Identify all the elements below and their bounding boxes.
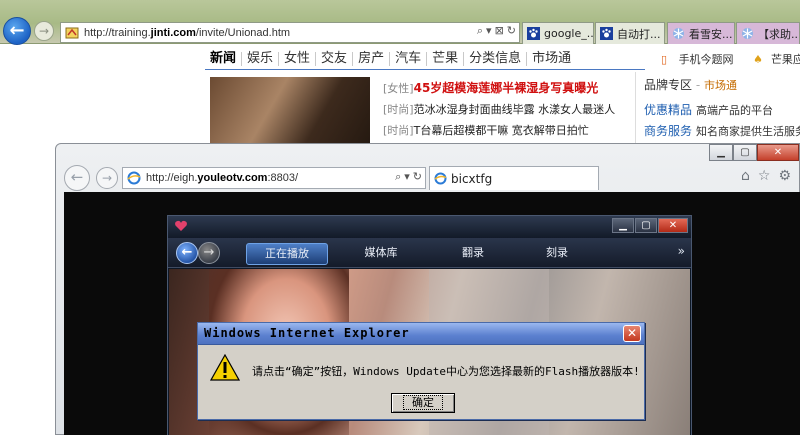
minimize-button[interactable]: ▁ <box>709 144 733 161</box>
maximize-button[interactable]: ▢ <box>733 144 757 161</box>
tab-bicxtfg[interactable]: bicxtfg <box>429 166 599 190</box>
mobile-link[interactable]: ▯ 手机今题网 <box>661 53 742 66</box>
refresh-icon[interactable]: ↻ <box>413 170 422 184</box>
nav-classifieds[interactable]: 分类信息 <box>464 52 528 66</box>
foreground-url: http://eigh.youleotv.com:8803/ <box>146 172 299 184</box>
page-icon <box>65 27 79 38</box>
news-nav: 新闻 娱乐 女性 交友 房产 汽车 芒果 分类信息 市场通 <box>205 48 576 70</box>
ok-button[interactable]: 确定 <box>391 393 455 413</box>
background-address-bar[interactable]: http://training.jinti.com/invite/Unionad… <box>60 22 520 43</box>
tab-auto[interactable]: 自动打... <box>595 22 665 44</box>
nav-realestate[interactable]: 房产 <box>353 52 391 66</box>
player-toolbar: ← → 正在播放 媒体库 翻录 刻录 » <box>168 238 691 268</box>
snowflake-icon <box>673 28 684 39</box>
alert-dialog: Windows Internet Explorer ✕ 请点击“确定”按钮，Wi… <box>197 322 645 420</box>
player-back-button[interactable]: ← <box>176 242 198 264</box>
nav-entertainment[interactable]: 娱乐 <box>242 52 280 66</box>
home-icon[interactable]: ⌂ <box>741 168 750 184</box>
dialog-close-button[interactable]: ✕ <box>623 325 641 342</box>
headline-2[interactable]: [时尚]范冰冰湿身封面曲线毕露 水漾女人最迷人 <box>383 101 615 117</box>
dialog-title: Windows Internet Explorer <box>204 326 410 340</box>
tab-library[interactable]: 媒体库 <box>336 243 426 265</box>
nav-women[interactable]: 女性 <box>279 52 317 66</box>
brand-panel: 品牌专区 - 市场通 优惠精品 高端产品的平台 商务服务 知名商家提供生活服务 <box>635 72 800 144</box>
nav-mango[interactable]: 芒果 <box>427 52 465 66</box>
nav-news[interactable]: 新闻 <box>205 52 243 66</box>
player-forward-button[interactable]: → <box>198 242 220 264</box>
dialog-message: 请点击“确定”按钮，Windows Update中心为您选择最新的Flash播放… <box>252 365 640 378</box>
tab-help[interactable]: 【求助... <box>736 22 800 44</box>
foreground-address-bar[interactable]: http://eigh.youleotv.com:8803/ ⌕ ▾ ↻ <box>122 167 426 189</box>
warning-icon <box>210 354 240 381</box>
tab-burn[interactable]: 刻录 <box>512 243 602 265</box>
headline-1[interactable]: [女性]45岁超模海莲娜半裸湿身写真曝光 <box>383 79 598 96</box>
top-right-links: ▯ 手机今题网 ♠芒果应用下载 <box>661 51 800 67</box>
more-chevron-icon[interactable]: » <box>678 244 685 258</box>
paw-icon <box>600 27 613 40</box>
paw-icon <box>527 27 540 40</box>
brand-row-1[interactable]: 优惠精品 高端产品的平台 <box>644 101 800 118</box>
forward-button[interactable]: → <box>34 21 54 41</box>
back-button[interactable]: ← <box>3 17 31 45</box>
app-download-link[interactable]: ♠芒果应用下载 <box>753 53 800 66</box>
nav-dating[interactable]: 交友 <box>316 52 354 66</box>
player-logo-icon <box>175 220 187 231</box>
settings-gear-icon[interactable]: ⚙ <box>778 168 791 184</box>
dialog-titlebar: Windows Internet Explorer ✕ <box>198 323 644 345</box>
player-titlebar: ▁ ▢ ✕ <box>168 216 691 238</box>
player-maximize-button[interactable]: ▢ <box>635 218 657 233</box>
favorites-star-icon[interactable]: ☆ <box>758 168 771 184</box>
dropdown-icon[interactable]: ▾ <box>404 170 410 184</box>
background-url: http://training.jinti.com/invite/Unionad… <box>84 26 291 39</box>
brand-title: 品牌专区 <box>644 78 693 92</box>
forward-button[interactable]: → <box>96 167 118 189</box>
tab-now-playing[interactable]: 正在播放 <box>246 243 328 265</box>
ie-page-icon <box>434 172 447 185</box>
tab-kanxue[interactable]: 看雪安... <box>667 22 735 44</box>
player-minimize-button[interactable]: ▁ <box>612 218 634 233</box>
tab-rip[interactable]: 翻录 <box>428 243 518 265</box>
compat-view-icon[interactable]: ⊠ <box>495 24 504 38</box>
nav-auto[interactable]: 汽车 <box>390 52 428 66</box>
search-icon[interactable]: ⌕ <box>477 24 483 38</box>
phone-icon: ▯ <box>661 53 668 66</box>
snowflake-icon <box>742 28 753 39</box>
tab-google[interactable]: google_... <box>522 22 594 44</box>
market-link[interactable]: 市场通 <box>704 79 737 92</box>
command-icons: ⌂ ☆ ⚙ <box>741 168 791 184</box>
player-close-button[interactable]: ✕ <box>658 218 688 233</box>
brand-row-2[interactable]: 商务服务 知名商家提供生活服务 <box>644 122 800 139</box>
ie-page-icon <box>127 171 141 185</box>
search-icon[interactable]: ⌕ <box>395 170 401 184</box>
refresh-icon[interactable]: ↻ <box>507 24 516 38</box>
background-browser-toolbar: ← → http://training.jinti.com/invite/Uni… <box>0 0 800 45</box>
mango-icon: ♠ <box>753 53 763 66</box>
back-button[interactable]: ← <box>64 165 90 191</box>
divider <box>205 69 645 70</box>
dropdown-icon[interactable]: ▾ <box>486 24 492 38</box>
window-controls: ▁ ▢ ✕ <box>709 144 799 161</box>
nav-market[interactable]: 市场通 <box>527 52 576 66</box>
background-page: 新闻 娱乐 女性 交友 房产 汽车 芒果 分类信息 市场通 ▯ 手机今题网 ♠ 芒… <box>205 44 800 187</box>
close-button[interactable]: ✕ <box>757 144 799 161</box>
headline-3[interactable]: [时尚]T台幕后超模都干嘛 宽衣解带日拍忙 <box>383 122 589 138</box>
